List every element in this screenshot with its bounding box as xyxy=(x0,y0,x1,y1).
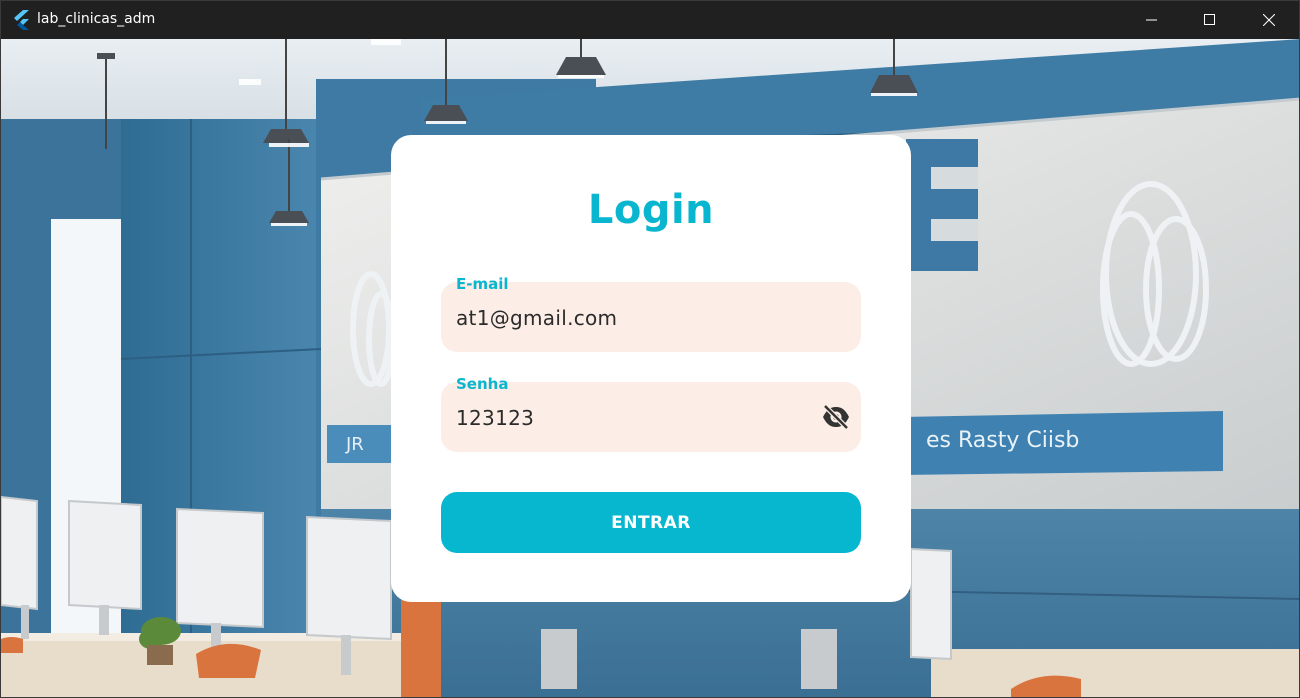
password-input[interactable]: 123123 xyxy=(456,406,534,430)
flutter-icon xyxy=(13,10,31,30)
login-title: Login xyxy=(587,187,715,233)
small-sign-text: JR xyxy=(345,434,364,455)
password-label: Senha xyxy=(456,375,509,393)
app-window: lab_clinicas_adm es Rasty Ciisb JR Login… xyxy=(0,0,1300,698)
email-input[interactable]: at1@gmail.com xyxy=(456,306,617,330)
minimize-icon xyxy=(1146,14,1158,26)
close-button[interactable] xyxy=(1240,1,1298,39)
minimize-button[interactable] xyxy=(1123,1,1181,39)
window-title: lab_clinicas_adm xyxy=(37,11,156,27)
eye-off-icon[interactable] xyxy=(821,404,851,430)
login-submit-button[interactable]: ENTRAR xyxy=(441,492,861,553)
app-content: es Rasty Ciisb JR Login E-mail at1@gmail… xyxy=(1,39,1299,697)
email-field[interactable]: E-mail at1@gmail.com xyxy=(441,275,861,352)
title-bar[interactable]: lab_clinicas_adm xyxy=(1,1,1299,39)
email-label: E-mail xyxy=(456,275,509,293)
login-card: Login E-mail at1@gmail.com Senha 123123 xyxy=(391,135,911,602)
wall-sign-text: es Rasty Ciisb xyxy=(926,428,1079,453)
close-icon xyxy=(1263,14,1275,26)
maximize-button[interactable] xyxy=(1181,1,1239,39)
password-field[interactable]: Senha 123123 xyxy=(441,375,861,452)
maximize-icon xyxy=(1204,14,1216,26)
